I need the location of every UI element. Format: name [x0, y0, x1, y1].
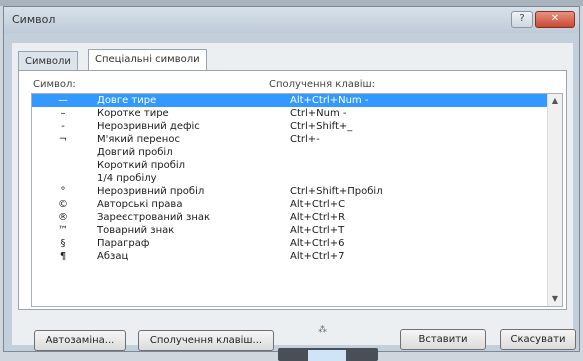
row-symbol: — [58, 95, 68, 106]
thumbnail-preview [308, 350, 346, 361]
list-row[interactable]: ‑ Нерозривний дефіс Ctrl+Shift+_ [32, 120, 562, 133]
vertical-scrollbar[interactable]: ▲ ▼ [547, 94, 562, 306]
row-symbol: ™ [58, 225, 68, 236]
row-symbol: – [60, 108, 66, 119]
row-shortcut: Ctrl+- [290, 134, 320, 145]
row-shortcut: Alt+Ctrl+T [290, 225, 345, 236]
row-name: Довгий пробіл [97, 147, 173, 158]
row-name: Нерозривний пробіл [97, 186, 205, 197]
autocorrect-button[interactable]: Автозаміна... [34, 330, 126, 351]
list-row[interactable]: ¶ Абзац Alt+Ctrl+7 [32, 250, 562, 263]
special-characters-list[interactable]: — Довге тире Alt+Ctrl+Num - – Коротке тире Ct… [31, 93, 563, 307]
decorative-icon: ⁂ [318, 325, 327, 335]
list-row[interactable]: § Параграф Alt+Ctrl+6 [32, 237, 562, 250]
row-name: Параграф [97, 238, 150, 249]
row-shortcut: Alt+Ctrl+Num - [290, 95, 369, 106]
shortcut-key-button[interactable]: Сполучення клавіш... [138, 330, 274, 351]
row-shortcut: Ctrl+Shift+_ [290, 121, 353, 132]
row-name: Товарний знак [97, 225, 175, 236]
row-shortcut: Alt+Ctrl+R [290, 212, 346, 223]
row-symbol: ‑ [61, 121, 65, 132]
list-row[interactable]: ™ Товарний знак Alt+Ctrl+T [32, 224, 562, 237]
column-header-shortcut: Сполучення клавіш: [269, 79, 376, 90]
list-row[interactable]: ° Нерозривний пробіл Ctrl+Shift+Пробіл [32, 185, 562, 198]
list-row[interactable]: Довгий пробіл [32, 146, 562, 159]
row-symbol: ¬ [58, 134, 68, 145]
list-row[interactable]: © Авторські права Alt+Ctrl+C [32, 198, 562, 211]
symbol-dialog: Символ ? ✕ Символи Спеціальні символи Си… [3, 6, 580, 352]
row-shortcut: Ctrl+Shift+Пробіл [290, 186, 383, 197]
row-symbol: ¶ [59, 251, 67, 262]
row-shortcut: Alt+Ctrl+6 [290, 238, 345, 249]
dialog-title: Символ [12, 13, 56, 26]
row-name: Короткий пробіл [97, 160, 186, 171]
row-shortcut: Alt+Ctrl+C [290, 199, 346, 210]
row-name: Довге тире [97, 95, 157, 106]
row-name: Абзац [97, 251, 129, 262]
dialog-body: Символи Спеціальні символи Символ: Сполу… [12, 43, 573, 351]
help-button[interactable]: ? [511, 11, 533, 28]
list-row[interactable]: ¬ М'який перенос Ctrl+- [32, 133, 562, 146]
cancel-button[interactable]: Скасувати [500, 329, 576, 350]
row-symbol: § [60, 238, 66, 249]
tab-special-characters[interactable]: Спеціальні символи [88, 49, 207, 71]
row-symbol: ® [58, 212, 68, 223]
list-row[interactable]: — Довге тире Alt+Ctrl+Num - [32, 94, 562, 107]
list-row[interactable]: ® Зареєстрований знак Alt+Ctrl+R [32, 211, 562, 224]
row-symbol: © [58, 199, 68, 210]
row-name: 1/4 пробілу [97, 173, 157, 184]
close-button[interactable]: ✕ [535, 11, 575, 28]
row-shortcut: Alt+Ctrl+7 [290, 251, 345, 262]
scroll-down-arrow-icon[interactable]: ▼ [548, 292, 562, 306]
row-name: Коротке тире [97, 108, 169, 119]
row-shortcut: Ctrl+Num - [290, 108, 347, 119]
row-name: Авторські права [97, 199, 183, 210]
special-characters-panel: Символ: Сполучення клавіш: — Довге тире Al… [18, 70, 567, 310]
row-name: М'який перенос [97, 134, 180, 145]
row-symbol: ° [60, 186, 66, 197]
row-name: Нерозривний дефіс [97, 121, 200, 132]
tab-symbols[interactable]: Символи [18, 51, 78, 71]
list-row[interactable]: Короткий пробіл [32, 159, 562, 172]
column-header-symbol: Символ: [33, 79, 76, 90]
insert-button[interactable]: Вставити [400, 329, 486, 350]
taskbar-thumbnail [278, 348, 378, 361]
title-bar: Символ ? ✕ [4, 7, 579, 33]
scroll-up-arrow-icon[interactable]: ▲ [548, 94, 562, 108]
list-row[interactable]: 1/4 пробілу [32, 172, 562, 185]
list-row[interactable]: – Коротке тире Ctrl+Num - [32, 107, 562, 120]
row-name: Зареєстрований знак [97, 212, 211, 223]
